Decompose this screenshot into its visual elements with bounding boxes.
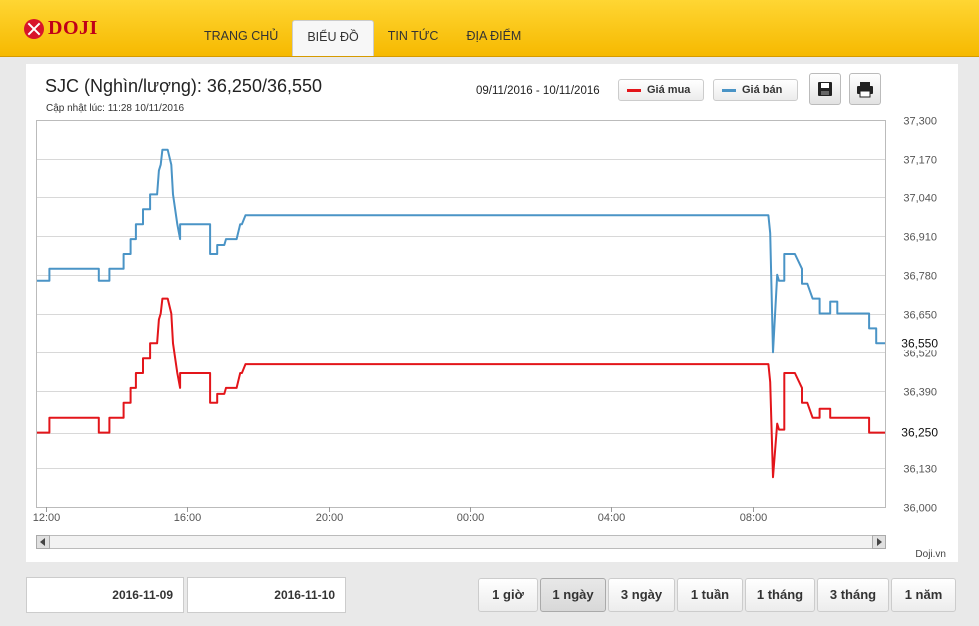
date-to-field[interactable]: 2016-11-10 xyxy=(187,577,346,613)
y-tick-labels: 36,00036,13036,25036,39036,52036,65036,7… xyxy=(903,116,937,515)
range-button-1-hour[interactable]: 1 giờ xyxy=(478,578,538,612)
x-tick-label: 12:00 xyxy=(33,512,61,524)
sell-price-line xyxy=(37,148,885,354)
x-tick-label: 04:00 xyxy=(598,512,626,524)
y-tick-label: 36,780 xyxy=(903,271,937,283)
y-tick-label: 37,040 xyxy=(903,193,937,205)
range-button-1-year[interactable]: 1 năm xyxy=(891,578,956,612)
price-chart: 36,00036,13036,25036,39036,52036,65036,7… xyxy=(33,116,946,561)
buy-price-line xyxy=(37,297,885,479)
x-tick-labels: 12:00 16:00 20:00 00:00 04:00 08:00 xyxy=(33,507,768,524)
series-lines xyxy=(37,148,885,479)
range-button-1-week[interactable]: 1 tuần xyxy=(677,578,743,612)
horizontal-scrollbar[interactable] xyxy=(36,535,886,549)
y-tick-label: 36,000 xyxy=(903,503,937,515)
date-from-field[interactable]: 2016-11-09 xyxy=(26,577,184,613)
y-tick-label: 36,910 xyxy=(903,232,937,244)
y-tick-label: 36,650 xyxy=(903,310,937,322)
x-tick-label: 08:00 xyxy=(740,512,768,524)
range-button-1-day[interactable]: 1 ngày xyxy=(540,578,606,612)
x-tick-label: 20:00 xyxy=(316,512,344,524)
last-value-label: 36,250 xyxy=(901,426,938,440)
grid-lines xyxy=(37,120,885,508)
y-tick-label: 36,130 xyxy=(903,464,937,476)
range-button-3-months[interactable]: 3 tháng xyxy=(817,578,889,612)
range-button-1-month[interactable]: 1 tháng xyxy=(745,578,815,612)
y-tick-label: 37,300 xyxy=(903,116,937,128)
x-tick-label: 00:00 xyxy=(457,512,485,524)
y-tick-label: 37,170 xyxy=(903,155,937,167)
range-button-3-days[interactable]: 3 ngày xyxy=(608,578,675,612)
last-value-label: 36,550 xyxy=(901,336,938,350)
chart-credit: Doji.vn xyxy=(915,549,946,560)
scrollbar-track[interactable] xyxy=(36,535,886,549)
y-tick-label: 36,390 xyxy=(903,387,937,399)
x-tick-label: 16:00 xyxy=(174,512,202,524)
